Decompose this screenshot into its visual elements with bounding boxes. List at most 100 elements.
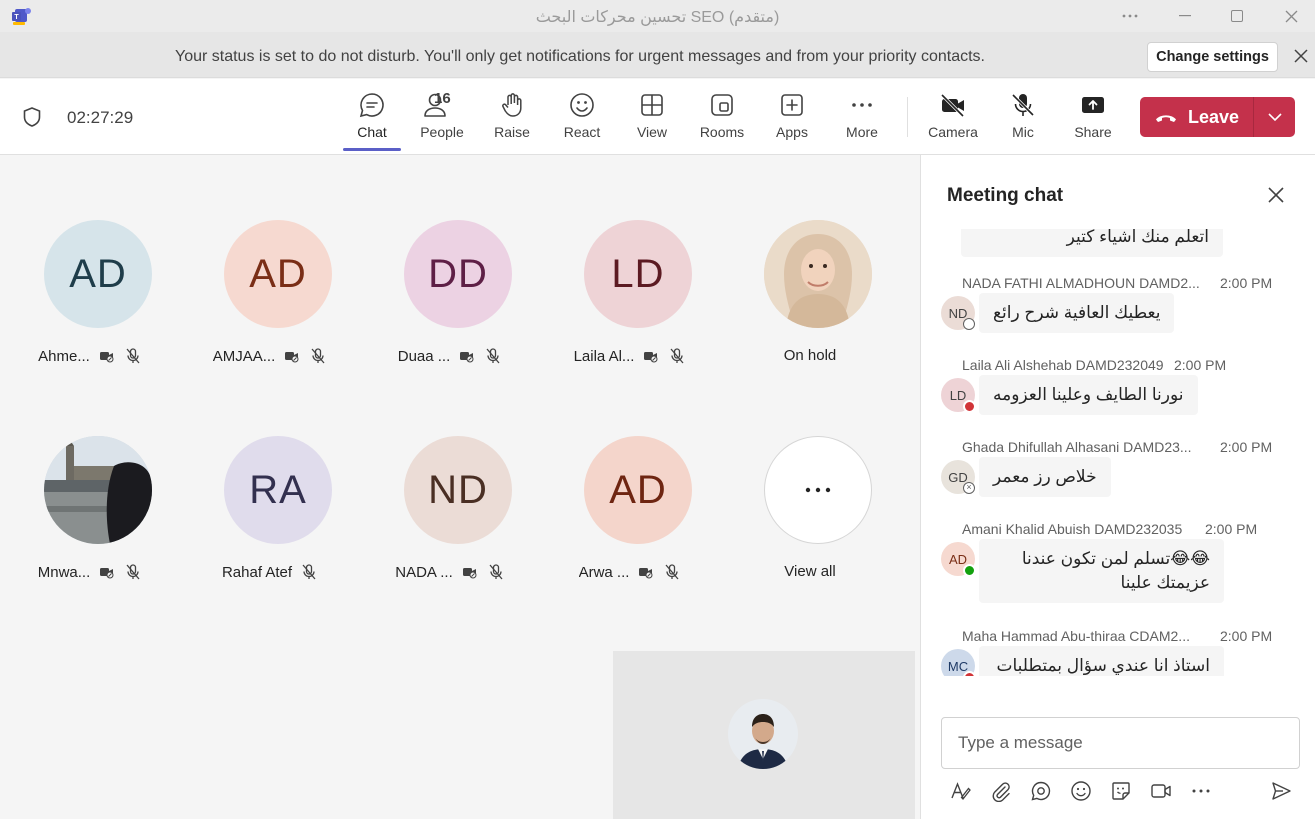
- loop-icon[interactable]: [1029, 779, 1053, 803]
- participant-tile[interactable]: AD Arwa ...: [540, 436, 720, 616]
- shield-icon[interactable]: [21, 106, 43, 128]
- format-text-icon[interactable]: [949, 779, 973, 803]
- attach-icon[interactable]: [989, 779, 1013, 803]
- sticker-icon[interactable]: [1109, 779, 1133, 803]
- participant-name: Rahaf Atef: [221, 563, 293, 581]
- more-dots-icon: [832, 91, 892, 123]
- camera-off-icon: [637, 563, 655, 581]
- avatar: AD: [224, 220, 332, 328]
- chat-message-list[interactable]: اتعلم منك اشياء كتير NADA FATHI ALMADHOU…: [921, 229, 1315, 676]
- raise-label: Raise: [494, 124, 530, 140]
- raise-hand-button[interactable]: Raise: [482, 91, 542, 151]
- participant-tile[interactable]: DD Duaa ...: [360, 220, 540, 400]
- phone-hangup-icon: [1154, 111, 1178, 123]
- message-text: اتعلم منك اشياء كتير: [961, 229, 1223, 257]
- close-notification-icon[interactable]: [1291, 46, 1311, 66]
- participant-tile[interactable]: LD Laila Al...: [540, 220, 720, 400]
- leave-main-button[interactable]: Leave: [1140, 107, 1253, 128]
- message-time: 2:00 PM: [1220, 439, 1273, 455]
- participant-name-row: Laila Al...: [540, 347, 720, 365]
- rooms-button[interactable]: Rooms: [692, 91, 752, 151]
- avatar: AD: [584, 436, 692, 544]
- message-input[interactable]: [942, 718, 1299, 768]
- active-tab-indicator: [343, 148, 401, 151]
- camera-off-icon: [98, 563, 116, 581]
- profile-photo: [44, 436, 152, 544]
- compose-box[interactable]: [941, 717, 1300, 769]
- apps-button[interactable]: Apps: [762, 91, 822, 151]
- avatar: MC: [941, 649, 976, 676]
- video-clip-icon[interactable]: [1149, 779, 1173, 803]
- chat-button[interactable]: Chat: [342, 91, 402, 151]
- more-actions-icon[interactable]: [1189, 779, 1213, 803]
- apps-label: Apps: [776, 124, 808, 140]
- breakout-rooms-icon: [692, 91, 752, 123]
- self-view-tile[interactable]: [613, 651, 915, 819]
- avatar: RA: [224, 436, 332, 544]
- mic-off-icon: [124, 347, 142, 365]
- participant-name: Duaa ...: [397, 347, 451, 365]
- presence-dnd-icon: [963, 671, 976, 676]
- react-button[interactable]: React: [552, 91, 612, 151]
- message-sender: Ghada Dhifullah Alhasani DAMD23...: [962, 439, 1192, 455]
- participant-tile[interactable]: AD Ahme...: [0, 220, 180, 400]
- participant-tile[interactable]: RA Rahaf Atef: [180, 436, 360, 616]
- avatar: DD: [404, 220, 512, 328]
- avatar: AD: [44, 220, 152, 328]
- participant-name-row: On hold: [720, 347, 900, 364]
- chat-message: Maha Hammad Abu-thiraa CDAM2... 2:00 PM …: [941, 628, 1301, 676]
- avatar: AD: [941, 542, 976, 577]
- participant-name: AMJAA...: [212, 347, 276, 365]
- view-all-tile[interactable]: View all: [720, 436, 900, 616]
- change-settings-button[interactable]: Change settings: [1147, 42, 1278, 72]
- share-button[interactable]: Share: [1063, 91, 1123, 151]
- view-all-row: View all: [720, 563, 900, 580]
- maximize-icon[interactable]: [1214, 0, 1260, 32]
- send-icon[interactable]: [1269, 779, 1293, 803]
- people-icon: 16: [412, 90, 472, 123]
- message-text: نورنا الطايف وعلينا العزومه: [979, 375, 1198, 415]
- more-label: More: [846, 124, 878, 140]
- mic-off-icon: [124, 563, 142, 581]
- mic-off-icon: [993, 91, 1053, 123]
- minimize-icon[interactable]: [1162, 0, 1208, 32]
- participant-name-row: Duaa ...: [360, 347, 540, 365]
- close-icon[interactable]: [1265, 184, 1287, 206]
- chevron-down-icon[interactable]: [1254, 113, 1295, 121]
- more-button[interactable]: More: [832, 91, 892, 151]
- leave-label: Leave: [1187, 106, 1240, 127]
- chat-message: Laila Ali Alshehab DAMD232049 2:00 PM LD…: [941, 357, 1301, 421]
- participant-tile[interactable]: Mnwa...: [0, 436, 180, 616]
- view-all-label[interactable]: View all: [784, 563, 835, 580]
- camera-button[interactable]: Camera: [923, 91, 983, 151]
- avatar-initials: AD: [948, 551, 968, 567]
- participant-tile[interactable]: On hold: [720, 220, 900, 400]
- avatar: LD: [941, 378, 976, 413]
- more-options-icon[interactable]: [1107, 0, 1153, 32]
- mic-button[interactable]: Mic: [993, 91, 1053, 151]
- emoji-icon[interactable]: [1069, 779, 1093, 803]
- title-bar: T تحسين محركات البحث SEO (متقدم): [0, 0, 1315, 32]
- camera-off-icon: [283, 347, 301, 365]
- participant-tile[interactable]: ND NADA ...: [360, 436, 540, 616]
- view-button[interactable]: View: [622, 91, 682, 151]
- presence-dnd-icon: [963, 400, 976, 413]
- participants-stage: AD Ahme... AD AMJAA... DD Duaa ... LD La…: [0, 155, 920, 819]
- people-button[interactable]: 16 People: [412, 90, 472, 151]
- camera-off-icon: [642, 347, 660, 365]
- leave-button[interactable]: Leave: [1140, 97, 1295, 137]
- share-label: Share: [1074, 124, 1112, 140]
- mic-off-icon: [484, 347, 502, 365]
- chat-label: Chat: [357, 124, 387, 140]
- close-window-icon[interactable]: [1268, 0, 1314, 32]
- participant-tile[interactable]: AD AMJAA...: [180, 220, 360, 400]
- avatar: ND: [941, 296, 975, 330]
- message-time: 2:00 PM: [1205, 521, 1258, 537]
- view-all-more-icon[interactable]: [764, 436, 872, 544]
- chat-message: اتعلم منك اشياء كتير: [941, 229, 1301, 261]
- message-text: 😂😂تسلم لمن تكون عندنا عزيمتك علينا: [979, 539, 1224, 603]
- camera-off-icon: [923, 91, 983, 123]
- participant-name-row: AMJAA...: [180, 347, 360, 365]
- camera-off-icon: [458, 347, 476, 365]
- participant-name-row: Rahaf Atef: [180, 563, 360, 581]
